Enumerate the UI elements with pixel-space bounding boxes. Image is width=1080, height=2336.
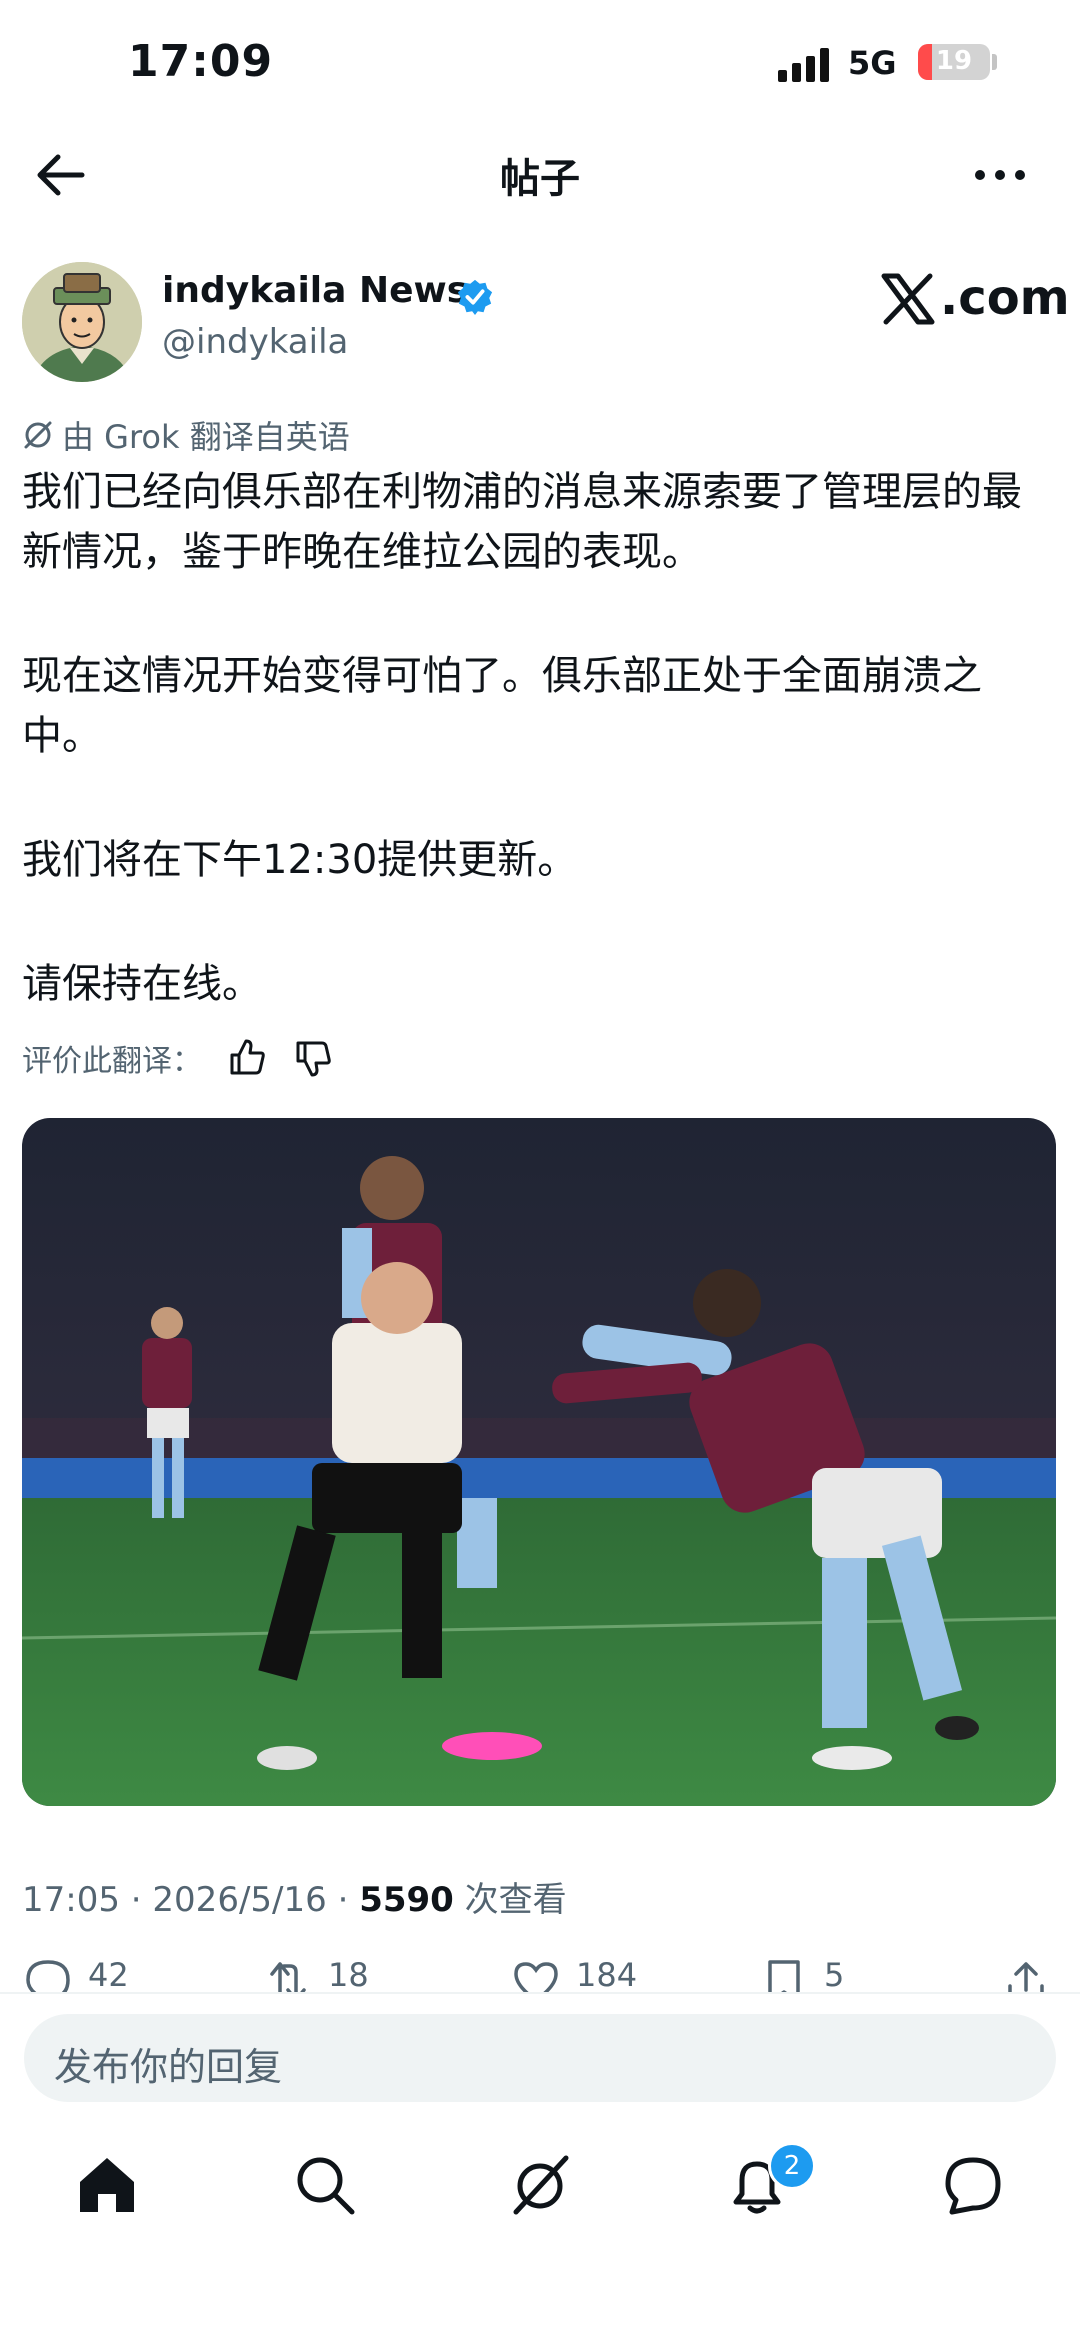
post-meta: 17:05 · 2026/5/16 · 5590 次查看	[22, 1872, 567, 1921]
search-icon[interactable]	[290, 2150, 360, 2220]
repost-action[interactable]: 18	[262, 1956, 369, 1992]
home-icon[interactable]	[72, 2150, 142, 2220]
post-paragraph: 我们将在下午12:30提供更新。	[22, 837, 578, 883]
battery-icon: 19	[918, 44, 990, 80]
reply-icon	[26, 1960, 70, 1992]
author-handle[interactable]: @indykaila	[162, 322, 348, 362]
rate-translation-label: 评价此翻译：	[22, 1044, 202, 1079]
post-paragraph: 我们已经向俱乐部在利物浦的消息来源索要了管理层的最新情况，鉴于昨晚在维拉公园的表…	[22, 469, 1022, 575]
reply-action[interactable]: 42	[22, 1956, 129, 1992]
views-count: 5590	[359, 1880, 454, 1920]
bookmark-icon	[768, 1960, 800, 1992]
x-logo-icon	[881, 273, 935, 325]
source-label: .com	[940, 270, 1070, 326]
translation-note: 由 Grok 翻译自英语	[22, 412, 350, 458]
share-icon	[1008, 1962, 1044, 1992]
signal-icon	[778, 48, 832, 82]
reply-placeholder: 发布你的回复	[54, 2045, 283, 2089]
like-action[interactable]: 184	[510, 1956, 637, 1992]
rate-translation: 评价此翻译：	[22, 1036, 334, 1080]
avatar[interactable]	[22, 262, 142, 382]
post-image[interactable]	[22, 1118, 1056, 1806]
page-title: 帖子	[500, 156, 580, 202]
bookmark-count: 5	[824, 1956, 845, 1992]
notifications-badge: 2	[768, 2142, 816, 2190]
post-date: 2026/5/16	[152, 1880, 327, 1920]
network-type: 5G	[848, 44, 897, 82]
verified-badge-icon	[457, 279, 493, 316]
messages-icon[interactable]	[938, 2150, 1008, 2220]
post-paragraph: 现在这情况开始变得可怕了。俱乐部正处于全面崩溃之中。	[22, 653, 982, 759]
post-text: 我们已经向俱乐部在利物浦的消息来源索要了管理层的最新情况，鉴于昨晚在维拉公园的表…	[22, 462, 1052, 1014]
like-count: 184	[576, 1956, 638, 1992]
battery-cap	[992, 54, 997, 70]
bookmark-action[interactable]: 5	[758, 1956, 844, 1992]
more-options-icon[interactable]	[970, 155, 1030, 195]
post-time: 17:05	[22, 1880, 120, 1920]
author-name[interactable]: indykaila News	[162, 270, 468, 311]
views-label: 次查看	[464, 1880, 567, 1920]
grok-icon	[24, 421, 52, 449]
repost-count: 18	[328, 1956, 369, 1992]
status-time: 17:09	[128, 36, 274, 87]
share-action[interactable]	[1000, 1956, 1052, 1992]
post-paragraph: 请保持在线。	[22, 961, 262, 1007]
heart-icon	[514, 1962, 558, 1992]
reply-divider	[0, 1992, 1080, 1994]
action-bar: 42 18 184 5	[0, 1950, 1080, 1992]
translation-note-text: 由 Grok 翻译自英语	[62, 418, 350, 456]
reply-count: 42	[88, 1956, 129, 1992]
thumbs-up-icon[interactable]	[226, 1037, 268, 1079]
reply-input[interactable]: 发布你的回复	[24, 2014, 1056, 2102]
meta-separator: ·	[130, 1880, 142, 1920]
repost-icon	[270, 1962, 306, 1992]
meta-separator: ·	[337, 1880, 349, 1920]
battery-level: 19	[935, 46, 973, 76]
thumbs-down-icon[interactable]	[292, 1037, 334, 1079]
grok-tab-icon[interactable]	[506, 2150, 576, 2220]
